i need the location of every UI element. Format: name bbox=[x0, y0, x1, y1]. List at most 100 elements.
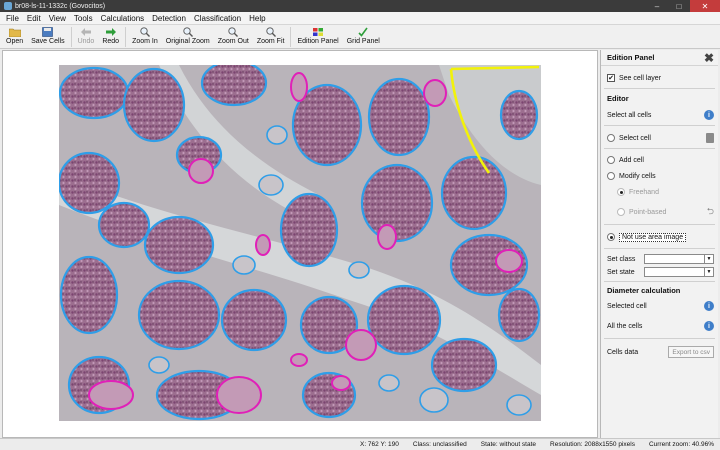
radio-button[interactable] bbox=[607, 134, 615, 142]
export-csv-button[interactable]: Export to csv bbox=[668, 346, 714, 358]
radio-button[interactable] bbox=[607, 156, 615, 164]
set-state-select[interactable]: ▼ bbox=[644, 267, 714, 277]
cell-outline[interactable] bbox=[88, 380, 134, 410]
select-all-cells-row: Select all cells i bbox=[607, 109, 714, 121]
chevron-down-icon[interactable]: ▼ bbox=[704, 255, 713, 263]
diameter-heading: Diameter calculation bbox=[607, 286, 681, 295]
menu-help[interactable]: Help bbox=[245, 12, 269, 25]
cell-outline[interactable] bbox=[345, 329, 377, 361]
zoom-in-button[interactable]: Zoom In bbox=[128, 25, 162, 49]
not-use-area-image-radio[interactable]: Not use area image bbox=[607, 231, 714, 243]
info-icon[interactable]: i bbox=[704, 321, 714, 331]
open-button[interactable]: Open bbox=[2, 25, 27, 49]
divider bbox=[604, 148, 715, 149]
set-state-row: Set state ▼ bbox=[607, 266, 714, 278]
info-icon[interactable]: i bbox=[704, 301, 714, 311]
close-window-button[interactable]: ✕ bbox=[690, 0, 720, 12]
cell-outline[interactable] bbox=[419, 387, 449, 413]
toolbar-separator bbox=[70, 27, 72, 47]
divider bbox=[604, 281, 715, 282]
cell-outline[interactable] bbox=[216, 376, 262, 414]
cell-outline[interactable] bbox=[348, 261, 370, 279]
see-cell-layer-checkbox[interactable]: ✔ See cell layer bbox=[607, 72, 714, 84]
cell-outline[interactable] bbox=[495, 249, 523, 273]
original-zoom-button[interactable]: Original Zoom bbox=[162, 25, 214, 49]
cell-outline[interactable] bbox=[258, 174, 284, 196]
menu-view[interactable]: View bbox=[45, 12, 70, 25]
cell-outline[interactable] bbox=[59, 255, 119, 335]
cell-outline[interactable] bbox=[290, 353, 308, 367]
trash-icon[interactable] bbox=[706, 133, 714, 143]
cell-outline[interactable] bbox=[148, 356, 170, 374]
grid-panel-button[interactable]: Grid Panel bbox=[343, 25, 384, 49]
cell-outline[interactable] bbox=[499, 89, 539, 141]
radio-button[interactable] bbox=[607, 233, 615, 241]
zoom-fit-button[interactable]: Zoom Fit bbox=[253, 25, 289, 49]
cell-outline[interactable] bbox=[290, 72, 308, 102]
cell-outline[interactable] bbox=[255, 234, 271, 256]
freehand-radio[interactable]: Freehand bbox=[617, 186, 714, 198]
cell-outline[interactable] bbox=[266, 125, 288, 145]
cell-outline[interactable] bbox=[122, 67, 186, 143]
checkbox-checked[interactable]: ✔ bbox=[607, 74, 615, 82]
chevron-down-icon[interactable]: ▼ bbox=[704, 268, 713, 276]
divider bbox=[604, 338, 715, 339]
cell-outline[interactable] bbox=[97, 201, 151, 249]
cell-outline[interactable] bbox=[506, 394, 532, 416]
zoom-out-button[interactable]: Zoom Out bbox=[214, 25, 253, 49]
cell-outline[interactable] bbox=[188, 158, 214, 184]
pencil-check-icon bbox=[357, 27, 369, 37]
cell-outline[interactable] bbox=[440, 155, 508, 231]
image-workspace[interactable] bbox=[2, 50, 598, 438]
radio-button[interactable] bbox=[617, 208, 625, 216]
cell-outline[interactable] bbox=[232, 255, 256, 275]
menu-detection[interactable]: Detection bbox=[148, 12, 190, 25]
cell-outline[interactable] bbox=[423, 79, 447, 107]
point-based-radio[interactable]: Point-based ⮌ bbox=[617, 206, 714, 218]
menu-file[interactable]: File bbox=[2, 12, 23, 25]
save-cells-button[interactable]: Save Cells bbox=[27, 25, 68, 49]
set-class-select[interactable]: ▼ bbox=[644, 254, 714, 264]
maximize-button[interactable]: □ bbox=[668, 0, 690, 12]
close-panel-icon[interactable]: ✖ bbox=[704, 51, 714, 65]
cell-outline[interactable] bbox=[360, 163, 434, 243]
edition-panel-button[interactable]: Edition Panel bbox=[293, 25, 342, 49]
radio-button[interactable] bbox=[607, 172, 615, 180]
select-cell-radio[interactable]: Select cell bbox=[607, 132, 714, 144]
cell-outline[interactable] bbox=[200, 65, 268, 107]
cell-outline[interactable] bbox=[377, 224, 397, 250]
cell-outline-layer[interactable] bbox=[59, 65, 541, 421]
modify-cells-radio[interactable]: Modify cells bbox=[607, 170, 714, 182]
radio-button[interactable] bbox=[617, 188, 625, 196]
cells-data-row: Cells data Export to csv bbox=[607, 346, 714, 358]
menu-calculations[interactable]: Calculations bbox=[97, 12, 149, 25]
cell-outline[interactable] bbox=[497, 287, 541, 343]
undo-point-icon[interactable]: ⮌ bbox=[707, 204, 714, 220]
cell-outline[interactable] bbox=[59, 151, 121, 215]
selected-cell-row: Selected cell i bbox=[607, 300, 714, 312]
cell-outline[interactable] bbox=[331, 375, 351, 391]
cell-outline[interactable] bbox=[367, 77, 431, 157]
minimize-button[interactable]: – bbox=[646, 0, 668, 12]
redo-button[interactable]: Redo bbox=[98, 25, 123, 49]
toolbar-separator bbox=[125, 27, 127, 47]
menu-tools[interactable]: Tools bbox=[70, 12, 97, 25]
microscopy-image[interactable] bbox=[59, 65, 541, 421]
info-icon[interactable]: i bbox=[704, 110, 714, 120]
cell-outline[interactable] bbox=[220, 288, 288, 352]
cell-outline[interactable] bbox=[143, 215, 215, 275]
cell-outline[interactable] bbox=[279, 192, 339, 268]
status-coordinates: X: 762 Y: 190 bbox=[359, 441, 399, 448]
cell-outline[interactable] bbox=[430, 337, 498, 393]
divider bbox=[604, 248, 715, 249]
cell-outline[interactable] bbox=[366, 284, 442, 356]
undo-arrow-icon bbox=[80, 27, 92, 37]
cell-outline[interactable] bbox=[59, 66, 130, 120]
cell-outline[interactable] bbox=[378, 374, 400, 392]
menu-classification[interactable]: Classification bbox=[190, 12, 245, 25]
menu-edit[interactable]: Edit bbox=[23, 12, 45, 25]
palette-icon bbox=[312, 27, 324, 37]
undo-button[interactable]: Undo bbox=[74, 25, 99, 49]
cell-outline[interactable] bbox=[137, 279, 221, 351]
add-cell-radio[interactable]: Add cell bbox=[607, 154, 714, 166]
